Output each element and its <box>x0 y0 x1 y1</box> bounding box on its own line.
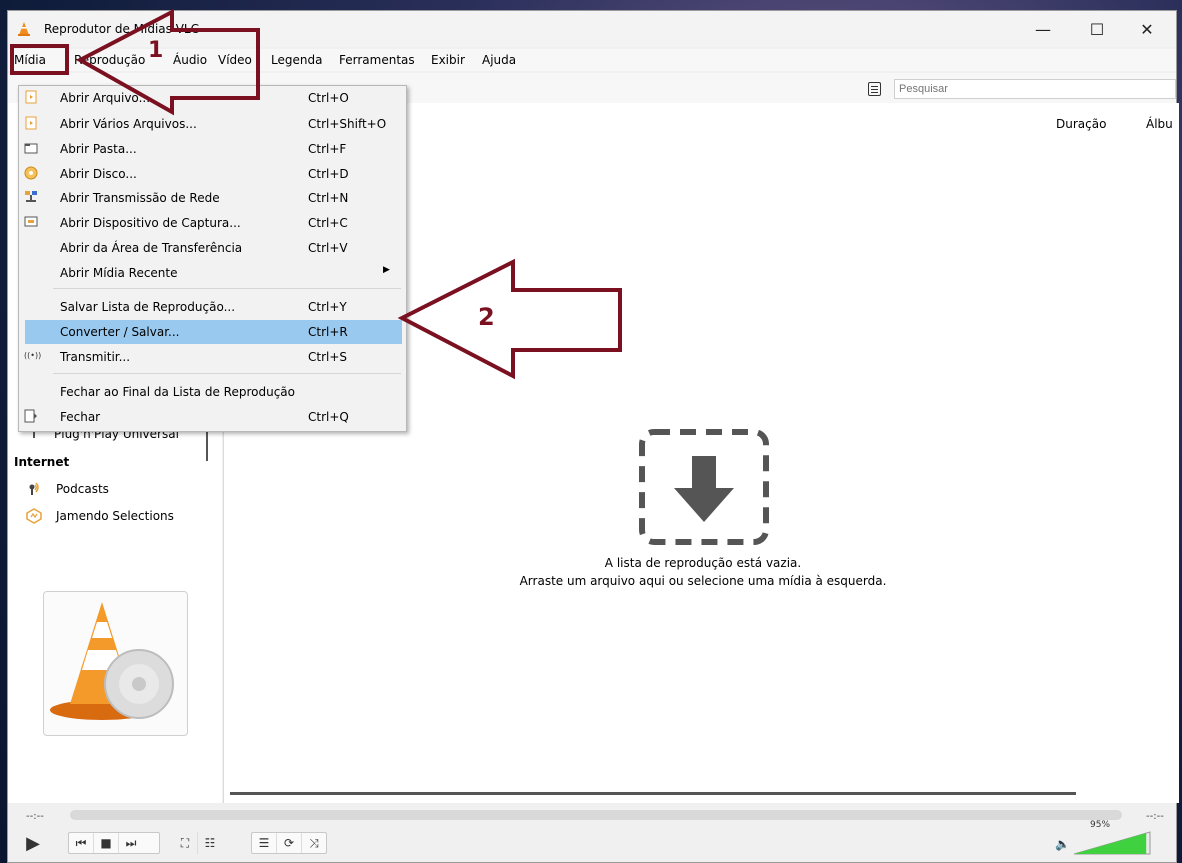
column-header-album[interactable]: Álbu <box>1146 117 1173 131</box>
volume-slider[interactable] <box>1074 830 1154 856</box>
maximize-button[interactable]: ☐ <box>1074 11 1120 47</box>
menu-quit[interactable]: Fechar Ctrl+Q <box>19 405 406 429</box>
menu-label: Fechar ao Final da Lista de Reprodução <box>60 385 295 399</box>
menu-audio[interactable]: Áudio <box>173 53 207 67</box>
playlist-toggle-button[interactable]: ☰ <box>252 833 277 853</box>
capture-icon <box>24 215 38 229</box>
window-title: Reprodutor de Mídias VLC <box>44 22 199 36</box>
time-elapsed: --:-- <box>26 811 44 822</box>
sidebar-item-jamendo[interactable]: Jamendo Selections <box>56 509 174 523</box>
fullscreen-button[interactable]: ⛶ <box>173 832 198 854</box>
menu-separator <box>53 373 401 374</box>
menu-label: Salvar Lista de Reprodução... <box>60 300 236 314</box>
next-button[interactable]: ⏭ <box>119 833 143 853</box>
menu-label: Abrir da Área de Transferência <box>60 241 243 255</box>
menu-exibir[interactable]: Exibir <box>431 53 465 67</box>
menu-open-clipboard[interactable]: Abrir da Área de Transferência Ctrl+V <box>19 236 406 260</box>
menu-shortcut: Ctrl+Shift+O <box>308 117 387 131</box>
speaker-icon[interactable]: 🔈 <box>1055 837 1070 851</box>
menu-label: Fechar <box>60 410 101 424</box>
menu-midia[interactable]: Mídia <box>14 53 46 67</box>
minimize-button[interactable]: — <box>1020 11 1066 47</box>
vlc-window: Reprodutor de Mídias VLC — ☐ ✕ Mídia Rep… <box>7 10 1179 863</box>
playlist-view-icon[interactable] <box>868 82 881 96</box>
menu-label: Transmitir... <box>60 350 131 364</box>
menu-quit-at-end[interactable]: Fechar ao Final da Lista de Reprodução <box>19 380 406 404</box>
playlist-group: ☰ ⟳ ⤨ <box>251 832 327 854</box>
menu-shortcut: Ctrl+Q <box>308 410 349 424</box>
submenu-arrow-icon: ▶ <box>383 265 390 275</box>
menu-stream[interactable]: ((•)) Transmitir... Ctrl+S <box>19 345 406 369</box>
menu-video[interactable]: Vídeo <box>218 53 252 67</box>
podcast-icon <box>29 482 39 495</box>
menu-reproducao[interactable]: Reprodução <box>74 53 145 67</box>
menu-label: Abrir Arquivo... <box>60 91 151 105</box>
menu-shortcut: Ctrl+R <box>308 325 348 339</box>
close-button[interactable]: ✕ <box>1124 11 1170 47</box>
network-icon <box>24 190 38 204</box>
menu-open-file[interactable]: Abrir Arquivo... Ctrl+O <box>19 86 406 110</box>
menu-label: Abrir Dispositivo de Captura... <box>60 216 241 230</box>
menu-label: Converter / Salvar... <box>60 325 180 339</box>
search-input[interactable] <box>894 79 1176 99</box>
menu-save-playlist[interactable]: Salvar Lista de Reprodução... Ctrl+Y <box>19 295 406 319</box>
menu-open-folder[interactable]: Abrir Pasta... Ctrl+F <box>19 137 406 161</box>
view-group: ⛶ ☷ <box>173 832 225 854</box>
folder-icon <box>24 141 38 155</box>
menu-shortcut: Ctrl+V <box>308 241 348 255</box>
vlc-cone-icon <box>18 22 30 36</box>
media-menu-dropdown: Abrir Arquivo... Ctrl+O Abrir Vários Arq… <box>18 85 407 432</box>
time-total: --:-- <box>1146 811 1164 822</box>
sidebar-item-podcasts[interactable]: Podcasts <box>56 482 109 496</box>
menu-label: Abrir Vários Arquivos... <box>60 117 197 131</box>
menu-ajuda[interactable]: Ajuda <box>482 53 516 67</box>
empty-playlist-line2: Arraste um arquivo aqui ou selecione uma… <box>519 574 887 588</box>
loop-button[interactable]: ⟳ <box>277 833 302 853</box>
menu-open-disc[interactable]: Abrir Disco... Ctrl+D <box>19 162 406 186</box>
transport-group: ⏮ ■ ⏭ <box>68 832 160 854</box>
album-art-placeholder <box>43 591 188 736</box>
menu-open-network[interactable]: Abrir Transmissão de Rede Ctrl+N <box>19 186 406 210</box>
vlc-cone-art-icon <box>50 602 174 720</box>
play-icon: ▶ <box>26 832 40 854</box>
menu-shortcut: Ctrl+S <box>308 350 348 364</box>
seek-bar[interactable] <box>70 810 1122 820</box>
menu-shortcut: Ctrl+N <box>308 191 349 205</box>
sidebar-section-internet: Internet <box>14 455 70 469</box>
empty-playlist-line1: A lista de reprodução está vazia. <box>604 556 802 570</box>
playlist-hscrollbar[interactable] <box>230 792 1076 795</box>
menu-shortcut: Ctrl+C <box>308 216 348 230</box>
disc-icon <box>24 166 38 180</box>
menu-bar: Mídia Reprodução Áudio Vídeo Legenda Fer… <box>8 49 1176 71</box>
menu-open-capture[interactable]: Abrir Dispositivo de Captura... Ctrl+C <box>19 211 406 235</box>
shuffle-button[interactable]: ⤨ <box>302 833 326 853</box>
title-bar[interactable]: Reprodutor de Mídias VLC — ☐ ✕ <box>8 11 1176 47</box>
menu-label: Abrir Pasta... <box>60 142 137 156</box>
stream-icon: ((•)) <box>24 351 42 360</box>
menu-shortcut: Ctrl+F <box>308 142 347 156</box>
volume-label: 95% <box>1090 820 1111 830</box>
file-icon <box>24 90 38 104</box>
exit-icon <box>24 409 38 423</box>
menu-label: Abrir Disco... <box>60 167 137 181</box>
menu-ferramentas[interactable]: Ferramentas <box>339 53 415 67</box>
menu-convert-save[interactable]: Converter / Salvar... Ctrl+R <box>25 320 402 344</box>
file-icon <box>24 116 38 130</box>
menu-shortcut: Ctrl+Y <box>308 300 347 314</box>
drop-target-icon <box>639 429 769 545</box>
previous-button[interactable]: ⏮ <box>69 833 94 853</box>
menu-open-recent[interactable]: Abrir Mídia Recente ▶ <box>19 261 406 285</box>
menu-label: Abrir Transmissão de Rede <box>60 191 220 205</box>
menu-open-multiple[interactable]: Abrir Vários Arquivos... Ctrl+Shift+O <box>19 112 406 136</box>
stop-button[interactable]: ■ <box>94 833 119 853</box>
equalizer-button[interactable]: ☷ <box>198 832 222 854</box>
menu-label: Abrir Mídia Recente <box>60 266 178 280</box>
jamendo-icon <box>26 508 42 524</box>
menu-shortcut: Ctrl+O <box>308 91 349 105</box>
menu-separator <box>53 288 401 289</box>
menu-shortcut: Ctrl+D <box>308 167 349 181</box>
play-button[interactable]: ▶ <box>19 832 47 854</box>
column-header-duration[interactable]: Duração <box>1056 117 1106 131</box>
menu-legenda[interactable]: Legenda <box>271 53 322 67</box>
